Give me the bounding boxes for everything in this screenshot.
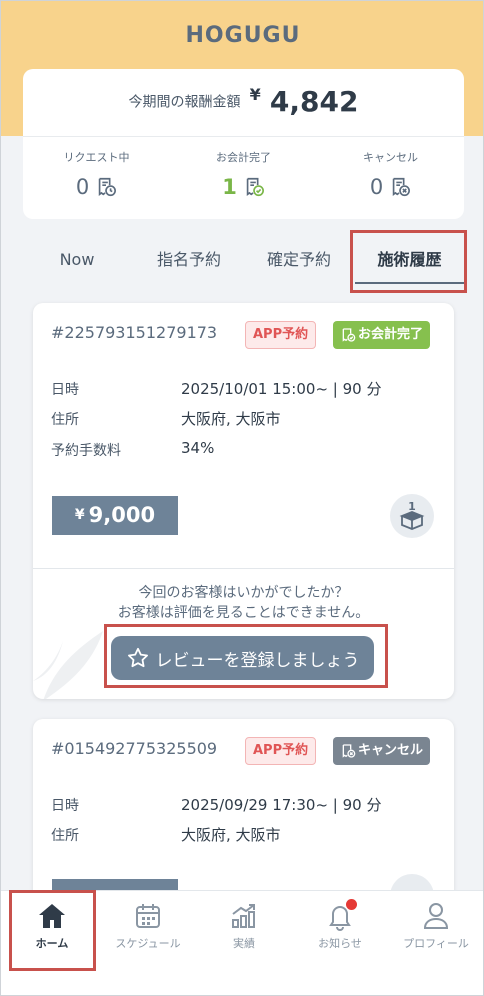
date-value: 2025/10/01 15:00~ | 90 分 <box>181 380 382 398</box>
highlight-review-button <box>104 624 388 688</box>
package-icon[interactable]: 1 <box>390 494 434 538</box>
summary-divider <box>23 136 464 137</box>
fee-label: 予約手数料 <box>51 443 121 459</box>
price-currency: ¥ <box>74 507 85 523</box>
receipt-clock-icon <box>98 177 117 197</box>
app-booking-badge: APP予約 <box>245 321 317 349</box>
app-title: HOGUGU <box>185 23 301 48</box>
receipt-cancel-icon <box>342 744 356 758</box>
order-id: #015492775325509 <box>51 739 218 758</box>
stat-count: 1 <box>222 175 237 199</box>
stat-requesting[interactable]: リクエスト中 0 <box>23 149 170 199</box>
chart-icon <box>232 904 255 928</box>
date-label: 日時 <box>51 382 79 398</box>
price-tag: ¥9,000 <box>52 496 178 535</box>
nav-performance[interactable]: 実績 <box>196 891 292 971</box>
nav-label: スケジュール <box>115 937 181 950</box>
reward-currency: ¥ <box>249 85 261 104</box>
app-booking-badge: APP予約 <box>245 737 317 765</box>
status-badge: お会計完了 <box>333 321 431 349</box>
stat-paid[interactable]: お会計完了 1 <box>170 149 317 199</box>
notification-dot <box>346 899 357 910</box>
receipt-check-icon <box>342 328 356 342</box>
date-value: 2025/09/29 17:30~ | 90 分 <box>181 796 382 814</box>
nav-label: お知らせ <box>318 937 362 950</box>
tab-now[interactable]: Now <box>23 239 131 284</box>
review-prompt: 今回のお客様はいかがでしたか？ お客様は評価を見ることはできません。 <box>33 583 454 623</box>
address-label: 住所 <box>51 412 79 428</box>
fee-value: 34% <box>181 439 215 457</box>
nav-profile[interactable]: プロフィール <box>388 891 483 971</box>
nav-label: プロフィール <box>403 937 469 950</box>
stat-count: 0 <box>369 175 384 199</box>
card-divider <box>33 568 454 569</box>
order-id: #225793151279173 <box>51 323 218 342</box>
status-label: キャンセル <box>358 743 424 758</box>
nav-label: 実績 <box>233 937 255 950</box>
stat-label: キャンセル <box>363 151 418 164</box>
tab-nominated[interactable]: 指名予約 <box>135 239 243 284</box>
address-value: 大阪府, 大阪市 <box>181 826 281 844</box>
calendar-icon <box>136 904 160 928</box>
reward-label: 今期間の報酬金額 <box>128 94 241 111</box>
address-value: 大阪府, 大阪市 <box>181 410 281 428</box>
receipt-check-icon <box>246 177 264 197</box>
highlight-nav-home <box>9 890 96 971</box>
earnings-summary-card: 今期間の報酬金額 ¥ 4,842 リクエスト中 0 お会計完了 1 キャンセル … <box>23 69 464 219</box>
nav-notifications[interactable]: お知らせ <box>292 891 388 971</box>
app-screen: HOGUGU 今期間の報酬金額 ¥ 4,842 リクエスト中 0 お会計完了 1 <box>0 0 484 996</box>
highlight-tab-history <box>350 230 467 293</box>
profile-icon <box>423 903 449 929</box>
nav-schedule[interactable]: スケジュール <box>100 891 196 971</box>
stat-count: 0 <box>75 175 90 199</box>
review-question: 今回のお客様はいかがでしたか？ <box>138 585 349 601</box>
reward-amount: 4,842 <box>269 85 359 118</box>
status-label: お会計完了 <box>358 327 424 342</box>
tab-confirmed[interactable]: 確定予約 <box>245 239 353 284</box>
stat-cancelled[interactable]: キャンセル 0 <box>317 149 464 199</box>
stat-label: リクエスト中 <box>63 151 130 164</box>
address-label: 住所 <box>51 828 79 844</box>
stat-label: お会計完了 <box>216 151 271 164</box>
reward-row: 今期間の報酬金額 ¥ 4,842 <box>23 85 464 118</box>
status-badge: キャンセル <box>333 737 431 765</box>
receipt-cancel-icon <box>392 177 411 197</box>
price-value: 9,000 <box>88 503 156 527</box>
review-note: お客様は評価を見ることはできません。 <box>117 605 370 621</box>
date-label: 日時 <box>51 798 79 814</box>
